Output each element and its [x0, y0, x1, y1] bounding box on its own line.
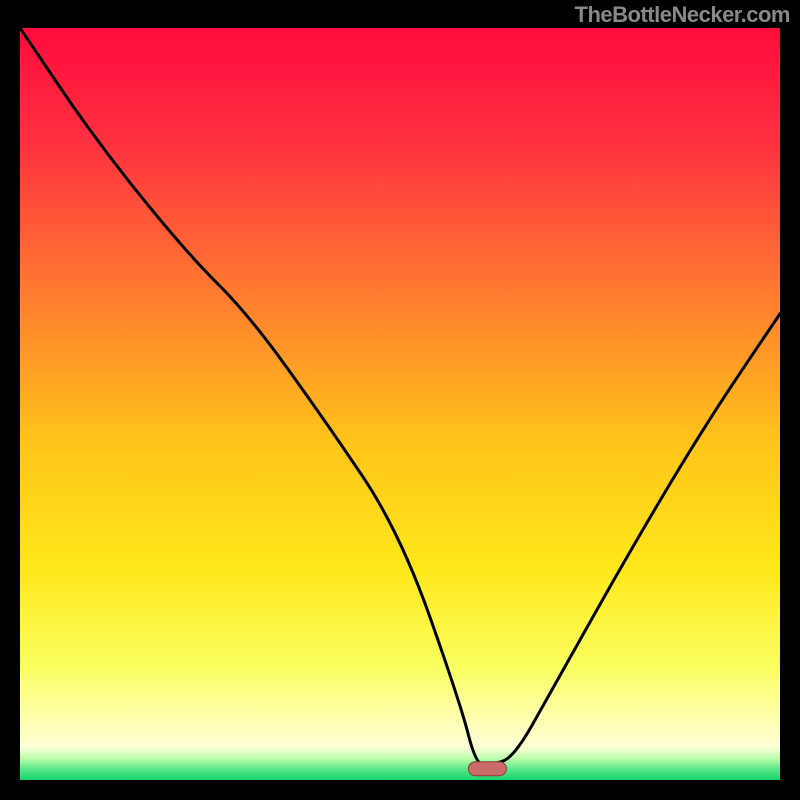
plot-background [20, 28, 780, 780]
minimum-marker [468, 762, 506, 776]
bottleneck-chart [20, 28, 780, 780]
watermark-text: TheBottleNecker.com [575, 2, 790, 28]
chart-frame [20, 28, 780, 780]
